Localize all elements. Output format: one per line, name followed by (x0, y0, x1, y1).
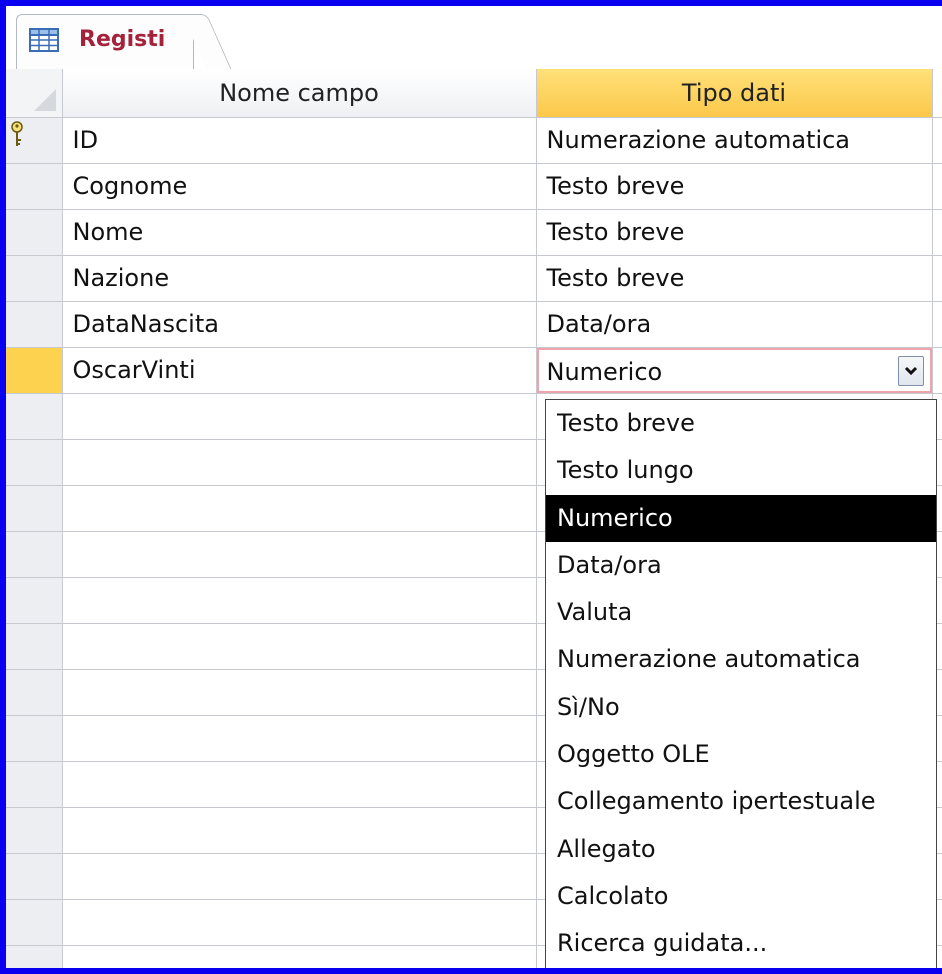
dropdown-option[interactable]: Collegamento ipertestuale (546, 778, 936, 825)
table-icon (29, 28, 59, 52)
data-type-cell[interactable]: Numerico (536, 347, 933, 394)
data-type-cell[interactable]: Testo breve (536, 209, 933, 256)
dropdown-option[interactable]: Oggetto OLE (546, 731, 936, 778)
row-selector[interactable] (6, 117, 63, 164)
extra-cell (932, 347, 942, 394)
data-type-combobox[interactable]: Numerico (536, 347, 931, 392)
table-row[interactable]: Cognome Testo breve (6, 163, 942, 210)
dropdown-option[interactable]: Testo breve (546, 400, 936, 447)
data-type-cell[interactable]: Testo breve (536, 163, 933, 210)
field-name-cell[interactable] (62, 531, 537, 578)
dropdown-option[interactable]: Valuta (546, 589, 936, 636)
field-name-cell[interactable] (62, 393, 537, 440)
column-header-data-type[interactable]: Tipo dati (536, 69, 933, 118)
column-header-field-name[interactable]: Nome campo (62, 69, 537, 118)
row-selector[interactable] (6, 945, 63, 968)
row-selector[interactable] (6, 807, 63, 854)
column-header-extra (932, 69, 942, 118)
field-name-cell[interactable] (62, 945, 537, 968)
field-name-cell[interactable]: Cognome (62, 163, 537, 210)
row-selector[interactable] (6, 715, 63, 762)
field-name-cell[interactable] (62, 853, 537, 900)
row-selector[interactable] (6, 669, 63, 716)
primary-key-icon (11, 120, 23, 146)
dropdown-option[interactable]: Calcolato (546, 873, 936, 920)
document-tab-strip: Registi (6, 6, 942, 70)
row-selector[interactable] (6, 393, 63, 440)
dropdown-option[interactable]: Sì/No (546, 684, 936, 731)
row-selector[interactable] (6, 209, 63, 256)
dropdown-option[interactable]: Allegato (546, 826, 936, 873)
table-row[interactable]: Nome Testo breve (6, 209, 942, 256)
tab-label: Registi (79, 27, 166, 52)
field-name-cell[interactable] (62, 715, 537, 762)
extra-cell (932, 301, 942, 348)
select-all-corner[interactable] (6, 69, 63, 118)
table-row[interactable]: Nazione Testo breve (6, 255, 942, 302)
field-name-cell[interactable] (62, 439, 537, 486)
field-name-cell[interactable]: DataNascita (62, 301, 537, 348)
field-name-cell[interactable] (62, 623, 537, 670)
field-name-cell[interactable]: OscarVinti (62, 347, 537, 394)
row-selector[interactable] (6, 531, 63, 578)
table-row[interactable]: DataNascita Data/ora (6, 301, 942, 348)
extra-cell (932, 163, 942, 210)
field-name-cell[interactable]: Nome (62, 209, 537, 256)
chevron-down-icon (904, 366, 917, 375)
table-design-view: Registi Nome campo Tipo dati ID Numerazi… (6, 6, 942, 968)
dropdown-option-selected[interactable]: Numerico (546, 494, 936, 542)
field-name-cell[interactable] (62, 761, 537, 808)
row-selector-current[interactable] (6, 347, 63, 394)
field-name-cell[interactable] (62, 485, 537, 532)
table-row[interactable]: ID Numerazione automatica (6, 117, 942, 164)
data-type-combobox-value: Numerico (546, 357, 663, 386)
row-selector[interactable] (6, 761, 63, 808)
row-selector[interactable] (6, 853, 63, 900)
row-selector[interactable] (6, 163, 63, 210)
data-type-cell[interactable]: Data/ora (536, 301, 933, 348)
dropdown-option[interactable]: Data/ora (546, 542, 936, 589)
data-type-dropdown-list[interactable]: Testo breve Testo lungo Numerico Data/or… (545, 399, 937, 968)
field-name-cell[interactable]: ID (62, 117, 537, 164)
field-name-cell[interactable] (62, 669, 537, 716)
extra-cell (932, 117, 942, 164)
dropdown-option[interactable]: Testo lungo (546, 447, 936, 494)
row-selector[interactable] (6, 255, 63, 302)
field-name-cell[interactable]: Nazione (62, 255, 537, 302)
data-type-cell[interactable]: Testo breve (536, 255, 933, 302)
field-name-cell[interactable] (62, 899, 537, 946)
data-type-cell[interactable]: Numerazione automatica (536, 117, 933, 164)
extra-cell (932, 255, 942, 302)
row-selector[interactable] (6, 485, 63, 532)
dropdown-button[interactable] (897, 355, 924, 386)
row-selector[interactable] (6, 439, 63, 486)
dropdown-option[interactable]: Ricerca guidata... (546, 920, 936, 967)
tab-registi[interactable]: Registi (16, 14, 194, 69)
row-selector[interactable] (6, 301, 63, 348)
row-selector[interactable] (6, 899, 63, 946)
table-row-current[interactable]: OscarVinti Numerico (6, 347, 942, 394)
field-name-cell[interactable] (62, 577, 537, 624)
dropdown-option[interactable]: Numerazione automatica (546, 636, 936, 683)
row-selector[interactable] (6, 577, 63, 624)
field-name-cell[interactable] (62, 807, 537, 854)
row-selector[interactable] (6, 623, 63, 670)
header-row: Nome campo Tipo dati (6, 69, 942, 118)
extra-cell (932, 209, 942, 256)
